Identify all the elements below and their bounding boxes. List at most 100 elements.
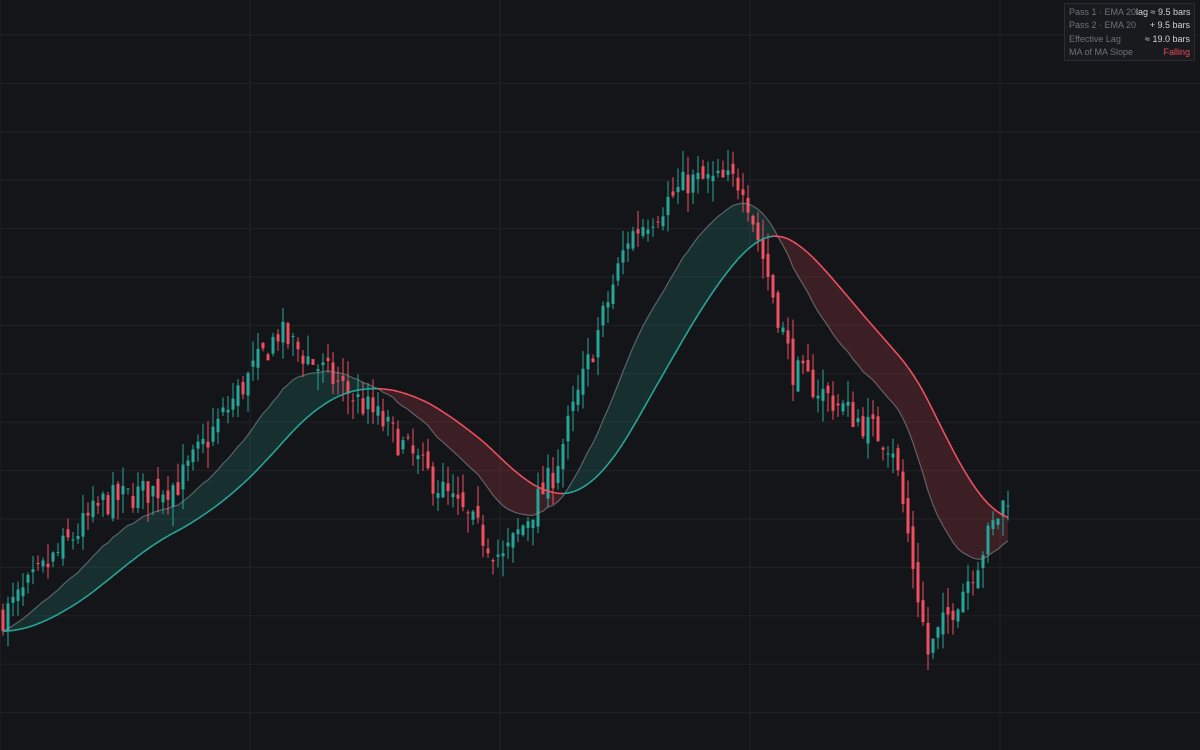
candle-body	[471, 511, 475, 520]
candle	[96, 496, 100, 514]
candle	[891, 438, 895, 474]
candle	[271, 332, 275, 357]
ribbon-segment	[483, 441, 488, 489]
candle	[16, 581, 20, 616]
candle	[571, 385, 575, 432]
ribbon-segment	[978, 491, 983, 560]
candle	[136, 472, 140, 514]
candle-body	[801, 360, 805, 364]
ribbon-segment	[823, 268, 828, 326]
ribbon-segment	[148, 512, 153, 549]
ribbon-segment	[673, 266, 678, 358]
candle	[36, 555, 40, 571]
candle	[706, 161, 710, 193]
candle-body	[736, 177, 740, 191]
ribbon-segment	[198, 483, 203, 519]
ribbon-segment	[268, 401, 273, 459]
candle-body	[521, 525, 525, 536]
candle-body	[871, 414, 875, 420]
candle-body	[141, 480, 145, 491]
candle	[21, 573, 25, 606]
candle-body	[221, 407, 225, 413]
candle	[246, 371, 250, 412]
candle	[901, 459, 905, 513]
candle	[811, 354, 815, 399]
candle	[41, 557, 45, 573]
candle-body	[206, 441, 210, 448]
candle	[781, 321, 785, 336]
ribbon-segment	[213, 469, 218, 509]
candle-body	[676, 186, 680, 193]
candle-body	[821, 389, 825, 401]
ribbon-segment	[693, 237, 698, 323]
ribbon-segment	[698, 231, 703, 315]
ribbon-segment	[133, 520, 138, 560]
candle-body	[76, 536, 80, 540]
candle	[66, 518, 70, 541]
legend-label: Pass 1 · EMA 20	[1069, 6, 1137, 17]
candle-body	[171, 485, 175, 507]
candle	[351, 393, 355, 419]
candle-body	[136, 486, 140, 509]
candle	[481, 515, 485, 558]
ema-segment	[352, 389, 359, 392]
ribbon-segment	[1003, 515, 1008, 545]
candle	[71, 531, 75, 550]
ribbon-segment	[508, 464, 513, 512]
ribbon-segment	[623, 359, 628, 444]
candle-body	[51, 552, 55, 562]
candle-body	[536, 488, 540, 527]
candle	[291, 332, 295, 357]
candle	[921, 581, 925, 626]
candle-body	[106, 495, 110, 515]
ribbon-segment	[948, 440, 953, 543]
ribbon-segment	[718, 212, 723, 285]
candle	[61, 528, 65, 566]
candle	[6, 596, 10, 647]
ema-segment	[382, 388, 389, 391]
candle-body	[911, 526, 915, 570]
candle	[881, 446, 885, 461]
candle	[876, 406, 880, 442]
candle	[721, 160, 725, 178]
candle	[426, 438, 430, 471]
candle-body	[101, 493, 105, 500]
ribbon-segment	[83, 561, 88, 599]
candle-body	[766, 253, 770, 277]
ribbon-segment	[598, 420, 603, 476]
candle	[716, 159, 720, 178]
candle-body	[226, 409, 230, 413]
candle	[156, 467, 160, 513]
candle	[826, 382, 830, 412]
legend-value: + 9.5 bars	[1149, 20, 1190, 31]
ribbon-segment	[833, 279, 838, 341]
candle-body	[511, 533, 515, 548]
candle-body	[696, 172, 700, 180]
candle-body	[91, 500, 95, 518]
candle	[536, 472, 540, 534]
candle-body	[546, 467, 550, 499]
ribbon-segment	[893, 349, 898, 410]
ema-segment	[777, 235, 784, 238]
ribbon-segment	[633, 336, 638, 427]
candle-body	[941, 612, 945, 635]
candle-body	[411, 445, 415, 454]
ribbon-segment	[113, 533, 118, 576]
slope-status-value: Falling	[1163, 47, 1190, 58]
candle-body	[711, 175, 715, 182]
candle-body	[41, 560, 45, 567]
candle-body	[881, 447, 885, 450]
candle-body	[806, 360, 810, 372]
candle-body	[126, 488, 130, 490]
candle	[631, 226, 635, 252]
candle-body	[706, 174, 710, 179]
candle-body	[646, 229, 650, 234]
candle-body	[481, 524, 485, 546]
ribbon-segment	[888, 343, 893, 404]
ribbon-segment	[738, 203, 743, 260]
candle-body	[666, 196, 670, 216]
ribbon-segment	[728, 205, 733, 272]
ribbon-segment	[168, 506, 173, 537]
candle-body	[266, 354, 270, 361]
candle	[11, 582, 15, 617]
